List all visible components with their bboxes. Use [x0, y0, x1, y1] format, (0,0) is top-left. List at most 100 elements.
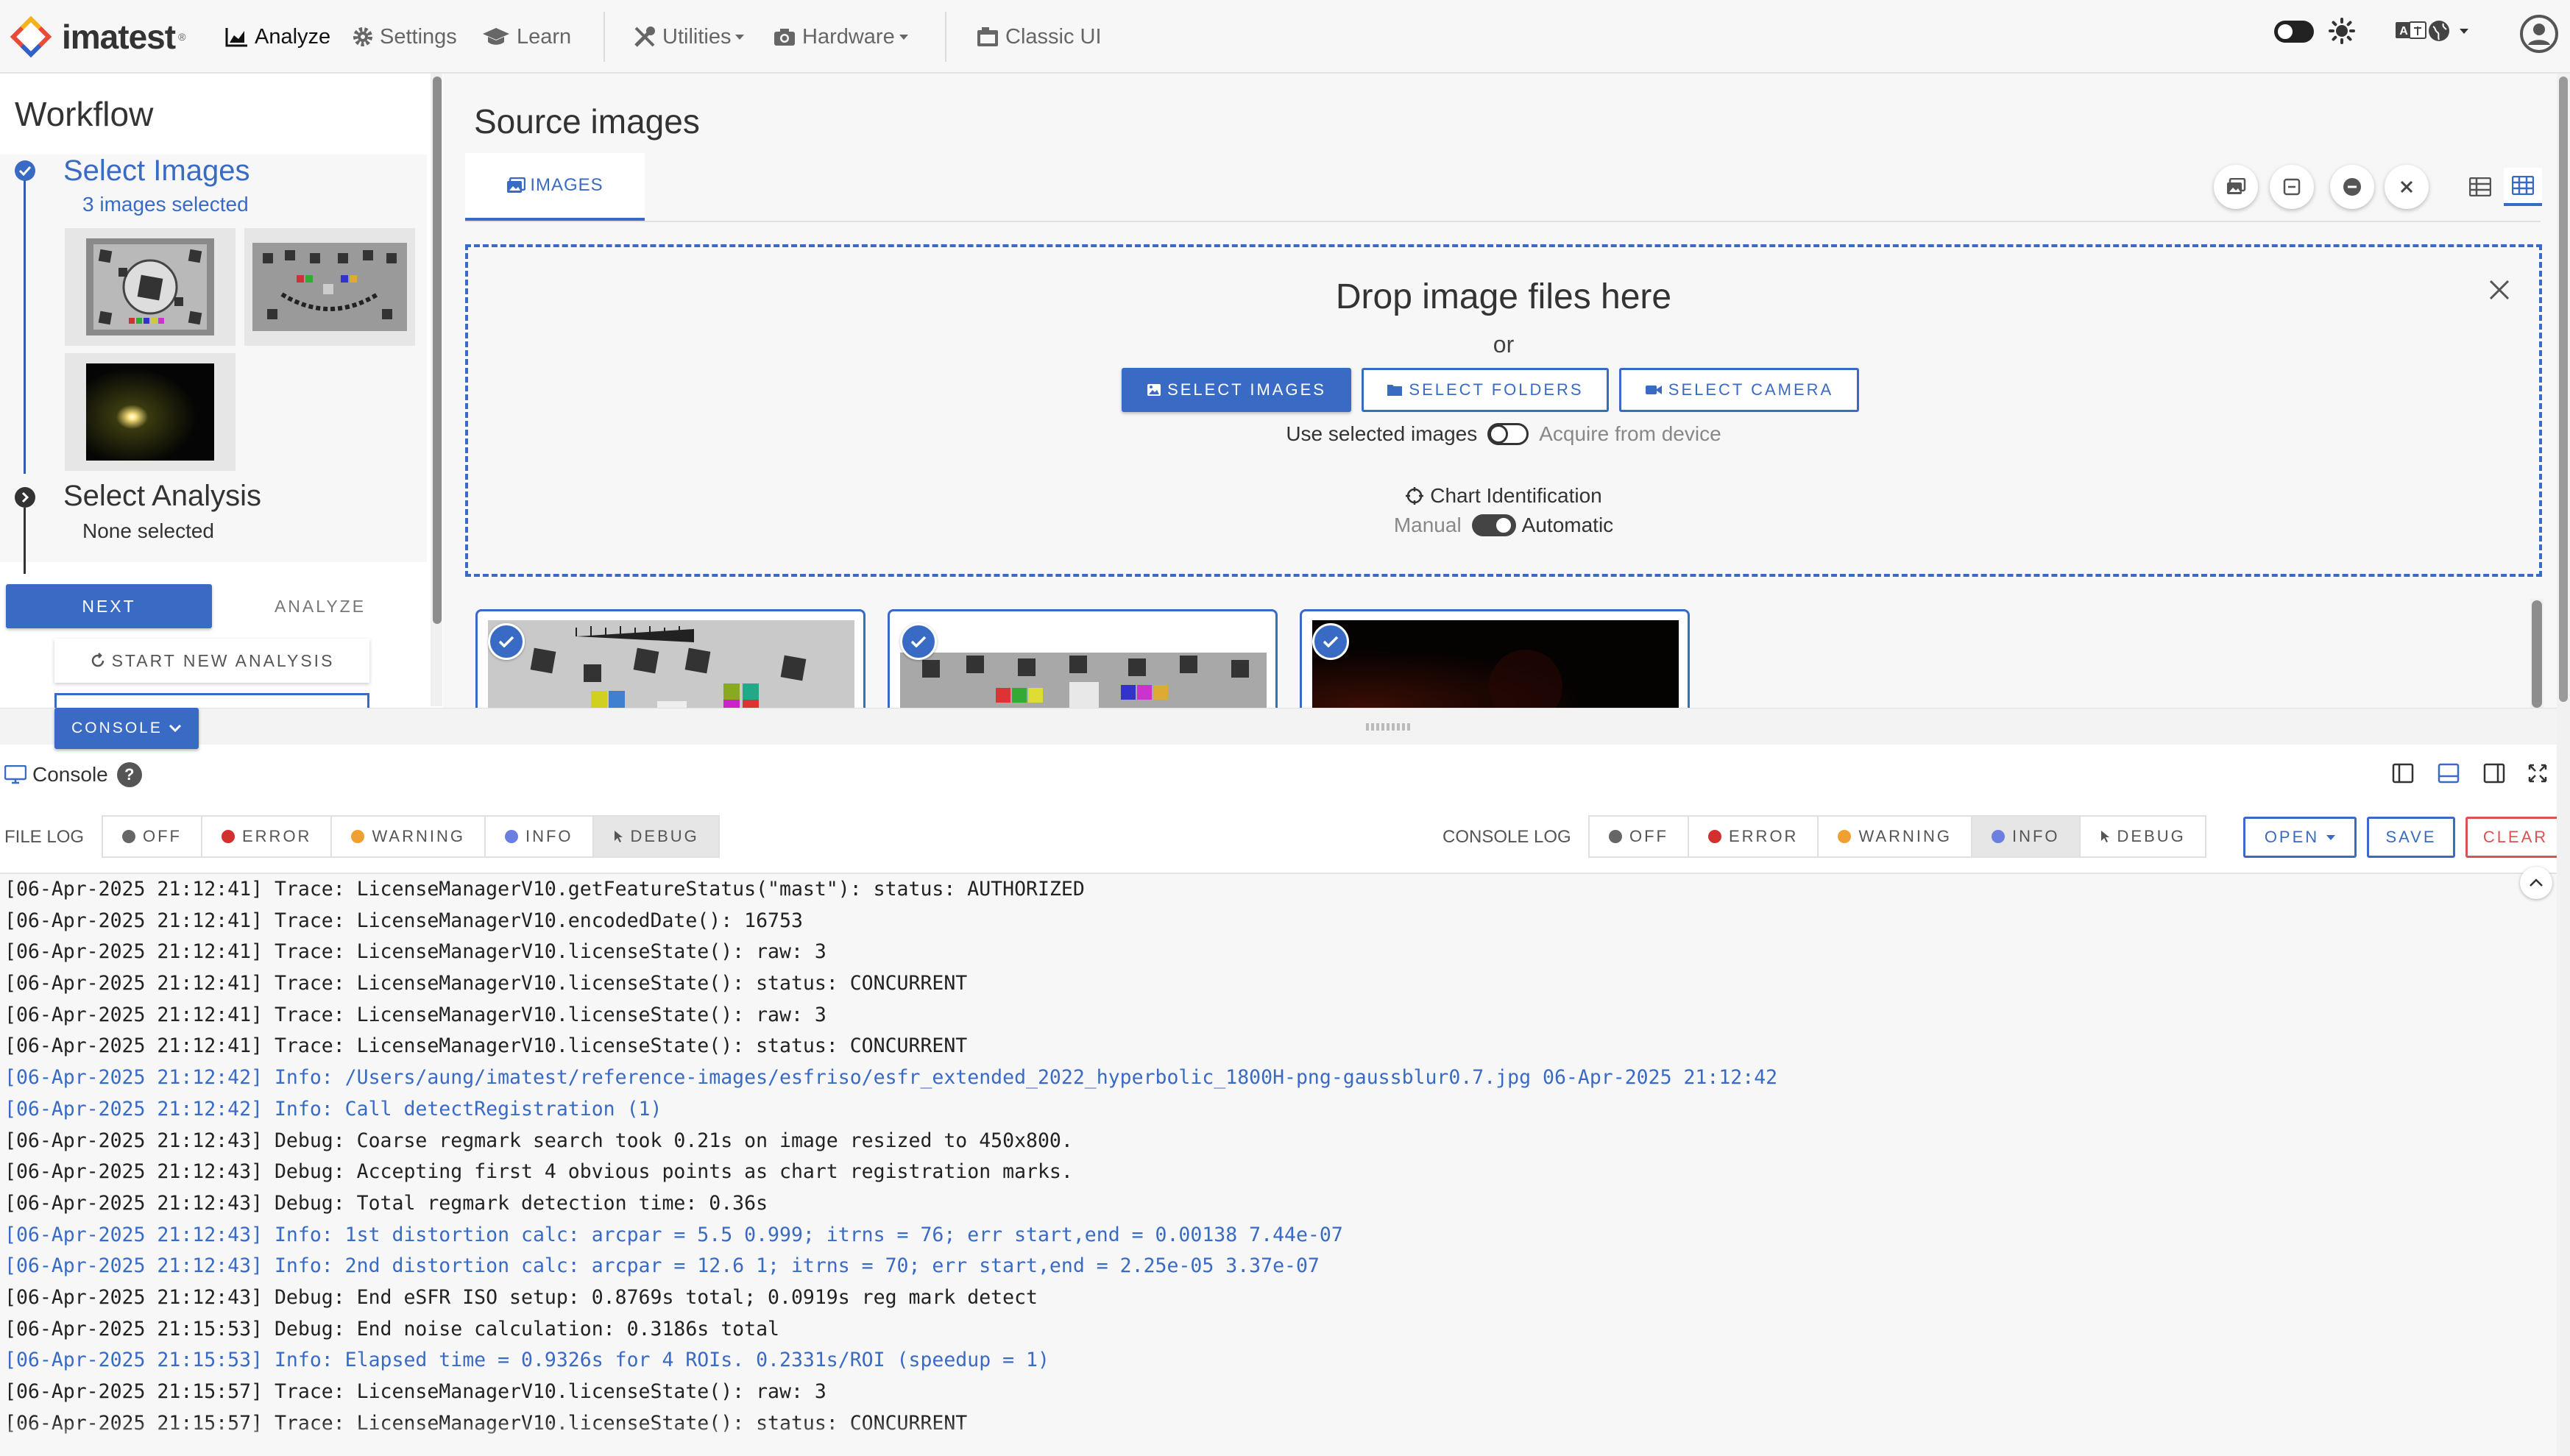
minus-circle-icon [2343, 178, 2361, 196]
console-log-output[interactable]: [06-Apr-2025 21:12:41] Trace: LicenseMan… [0, 873, 2557, 1456]
expand-icon[interactable] [2527, 762, 2548, 784]
image-card[interactable] [888, 609, 1278, 708]
chart-id-toggle[interactable] [1471, 514, 1516, 536]
drop-zone[interactable]: Drop image files here or SELECT IMAGES S… [465, 244, 2542, 577]
dock-left-icon[interactable] [2392, 762, 2414, 784]
check-icon[interactable] [1312, 623, 1349, 660]
scroll-to-top-button[interactable] [2520, 867, 2552, 899]
image-card[interactable] [475, 609, 865, 708]
video-camera-icon [1645, 386, 1662, 394]
page-scrollbar-thumb[interactable] [2559, 77, 2568, 702]
nav-learn[interactable]: Learn [481, 18, 571, 56]
tab-images[interactable]: IMAGES [465, 153, 645, 221]
image-card[interactable] [1300, 609, 1690, 708]
nav-utilities[interactable]: Utilities [633, 18, 745, 56]
imatest-logo-icon [10, 15, 52, 58]
flare-thumbnail-image [86, 363, 214, 461]
chart-identification-label: Chart Identification [1430, 484, 1602, 507]
workflow-thumbnail[interactable] [65, 353, 236, 471]
language-menu[interactable]: A [2395, 19, 2468, 43]
status-dot [222, 830, 235, 843]
step-select-analysis[interactable]: Select Analysis [63, 480, 261, 513]
imatest-logo[interactable]: imatest ® [9, 9, 185, 65]
source-mode-row: Use selected images Acquire from device [468, 422, 2539, 446]
nav-classic-ui[interactable]: Classic UI [976, 18, 1102, 56]
workflow-scrollbar-thumb[interactable] [433, 77, 442, 624]
image-icon [1147, 384, 1161, 396]
file-log-warning-button[interactable]: WARNING [330, 815, 486, 858]
help-icon[interactable]: ? [116, 762, 142, 787]
console-log-level-group: OFF ERROR WARNING INFO DEBUG [1588, 815, 2206, 858]
open-log-button[interactable]: OPEN [2243, 817, 2357, 858]
nav-hardware[interactable]: Hardware [773, 18, 908, 56]
file-log-debug-label: DEBUG [630, 827, 699, 845]
file-log-error-label: ERROR [242, 827, 312, 845]
workflow-thumbnail[interactable] [65, 228, 236, 346]
clear-log-button[interactable]: CLEAR [2465, 817, 2566, 858]
select-folders-button[interactable]: SELECT FOLDERS [1362, 368, 1609, 412]
next-button[interactable]: NEXT [6, 584, 212, 628]
sun-icon[interactable] [2329, 18, 2355, 44]
dock-right-icon[interactable] [2483, 762, 2505, 784]
drag-handle-icon[interactable] [1366, 723, 1410, 731]
file-log-off-button[interactable]: OFF [102, 815, 202, 858]
grid-view-icon [2512, 176, 2534, 195]
nav-analyze[interactable]: Analyze [225, 18, 330, 56]
theme-toggle[interactable] [2274, 21, 2314, 43]
window-icon [977, 27, 998, 46]
nav-analyze-label: Analyze [255, 24, 331, 49]
collapse-button[interactable] [2270, 165, 2314, 209]
status-dot [351, 830, 365, 843]
start-new-analysis-button[interactable]: START NEW ANALYSIS [54, 639, 369, 683]
console-log-error-button[interactable]: ERROR [1688, 815, 1819, 858]
pointer-icon [2100, 831, 2109, 842]
log-line: [06-Apr-2025 21:12:43] Debug: Coarse reg… [4, 1129, 1073, 1152]
close-icon[interactable] [2486, 277, 2513, 303]
file-log-info-label: INFO [525, 827, 573, 845]
console-log-warning-label: WARNING [1858, 827, 1952, 845]
select-images-button[interactable]: SELECT IMAGES [1122, 368, 1351, 412]
dock-bottom-icon[interactable] [2438, 762, 2460, 784]
workflow-thumbnail[interactable] [244, 228, 415, 346]
svg-text:A: A [2399, 25, 2408, 38]
nav-hardware-label: Hardware [802, 24, 895, 49]
check-icon [15, 160, 35, 181]
console-toggle-button[interactable]: CONSOLE [54, 708, 199, 749]
check-icon[interactable] [488, 623, 525, 660]
analyze-button[interactable]: ANALYZE [221, 584, 420, 628]
console-log-error-label: ERROR [1729, 827, 1799, 845]
chevron-up-icon [2530, 878, 2543, 887]
globe-icon [2429, 21, 2449, 41]
console-log-info-button[interactable]: INFO [1970, 815, 2081, 858]
drop-zone-or: or [1493, 331, 1515, 358]
brand-name: imatest [62, 18, 176, 56]
file-log-debug-button[interactable]: DEBUG [592, 815, 720, 858]
save-log-button[interactable]: SAVE [2367, 817, 2455, 858]
chart-area-icon [225, 28, 247, 47]
monitor-icon [4, 765, 26, 784]
nav-settings[interactable]: Settings [352, 18, 457, 56]
list-view-button[interactable] [2461, 168, 2499, 206]
add-image-button[interactable] [2214, 165, 2258, 209]
grid-view-button[interactable] [2504, 168, 2542, 206]
file-log-info-button[interactable]: INFO [484, 815, 594, 858]
source-mode-toggle[interactable] [1487, 423, 1529, 445]
step-select-images[interactable]: Select Images [63, 155, 249, 188]
panel-splitter[interactable] [0, 708, 2557, 745]
console-toggle-label: CONSOLE [71, 720, 163, 736]
file-log-label: FILE LOG [4, 827, 85, 847]
clear-images-button[interactable] [2385, 165, 2429, 209]
console-log-warning-button[interactable]: WARNING [1817, 815, 1972, 858]
remove-selected-button[interactable] [2330, 165, 2374, 209]
select-camera-button[interactable]: SELECT CAMERA [1619, 368, 1859, 412]
select-folders-label: SELECT FOLDERS [1409, 380, 1584, 399]
refresh-icon [91, 653, 104, 667]
console-log-debug-button[interactable]: DEBUG [2078, 815, 2206, 858]
file-log-error-button[interactable]: ERROR [201, 815, 333, 858]
check-icon[interactable] [900, 623, 937, 660]
user-icon[interactable] [2520, 15, 2558, 53]
images-scrollbar-thumb[interactable] [2532, 600, 2542, 708]
log-line: [06-Apr-2025 21:12:42] Info: Call detect… [4, 1097, 662, 1121]
console-log-off-button[interactable]: OFF [1588, 815, 1689, 858]
step1-connector [24, 180, 26, 474]
